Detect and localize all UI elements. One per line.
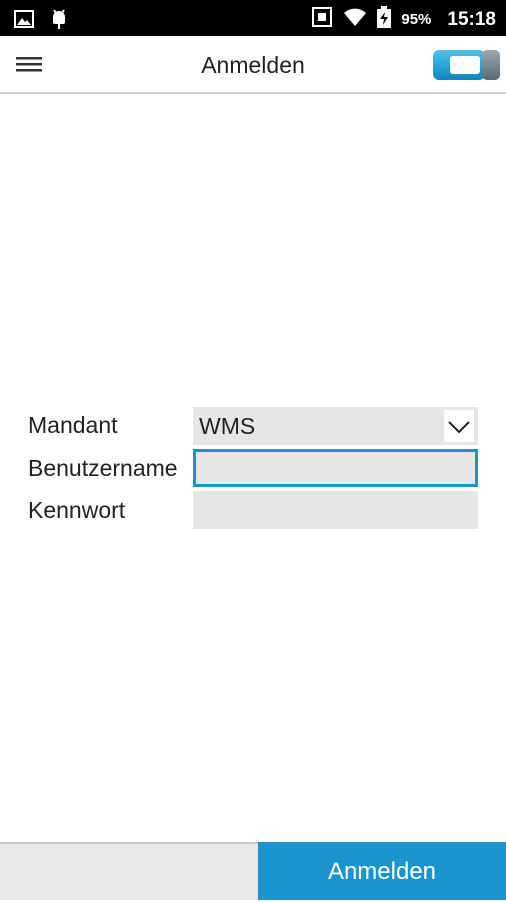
mandant-value: WMS bbox=[199, 413, 256, 439]
username-row: Benutzername bbox=[0, 449, 506, 489]
page-title: Anmelden bbox=[201, 52, 305, 78]
password-label: Kennwort bbox=[28, 497, 126, 523]
app-logo-icon bbox=[432, 48, 502, 82]
nfc-icon bbox=[311, 6, 333, 33]
mandant-select[interactable]: WMS bbox=[193, 407, 478, 445]
clock: 15:18 bbox=[447, 8, 496, 30]
password-field[interactable] bbox=[193, 491, 478, 529]
mandant-label: Mandant bbox=[28, 412, 118, 438]
battery-percent: 95% bbox=[401, 11, 432, 28]
bottom-bar: Anmelden bbox=[0, 842, 506, 900]
battery-charging-icon bbox=[377, 6, 392, 33]
bottom-left-panel bbox=[0, 842, 258, 900]
password-row: Kennwort bbox=[0, 491, 506, 531]
username-label: Benutzername bbox=[28, 455, 178, 481]
login-button[interactable]: Anmelden bbox=[258, 842, 506, 900]
mandant-row: Mandant WMS bbox=[0, 406, 506, 446]
wifi-icon bbox=[343, 7, 367, 32]
status-bar: 95% 15:18 bbox=[0, 0, 506, 36]
android-debug-icon bbox=[48, 8, 70, 35]
chevron-down-icon[interactable] bbox=[444, 410, 474, 442]
image-icon bbox=[14, 9, 34, 34]
username-field[interactable] bbox=[193, 449, 478, 487]
app-bar: Anmelden bbox=[0, 36, 506, 94]
